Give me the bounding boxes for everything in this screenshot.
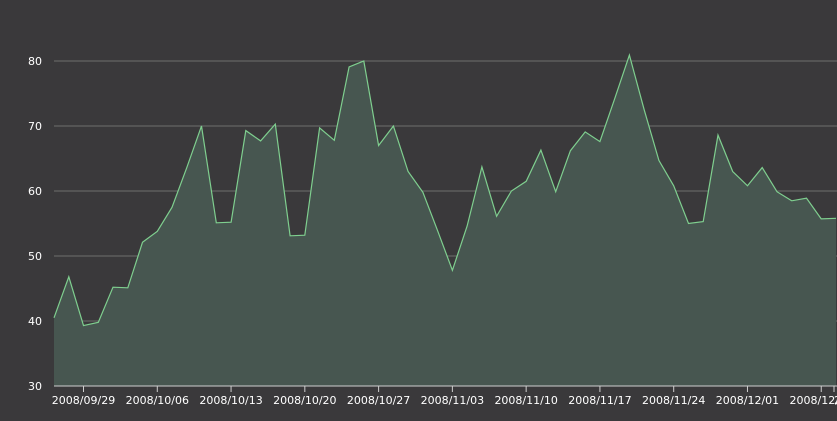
y-tick-label: 30 <box>28 380 42 393</box>
x-tick-label: 2008/09/29 <box>52 394 115 407</box>
x-tick-label: 2008/11/17 <box>568 394 631 407</box>
series-area <box>54 55 836 386</box>
x-tick-label: 2008/10/06 <box>126 394 189 407</box>
x-tick-label: 2008/11/10 <box>494 394 557 407</box>
x-tick-label: 2008/10/20 <box>273 394 336 407</box>
x-tick-label: 2008/12/01 <box>716 394 779 407</box>
y-tick-label: 60 <box>28 185 42 198</box>
x-tick-label: 2008/12/08 <box>790 394 837 407</box>
y-tick-label: 70 <box>28 120 42 133</box>
x-tick-label: 2008/10/13 <box>199 394 262 407</box>
y-tick-label: 40 <box>28 315 42 328</box>
x-tick-label: 2008/10/27 <box>347 394 410 407</box>
x-axis: 2008/09/29 2008/10/06 2008/10/13 2008/10/20… <box>52 386 837 407</box>
area-chart: 30 40 50 60 70 80 2008/09/29 2008/10/06 2008/10… <box>28 53 837 407</box>
x-tick-label: 2008/11/24 <box>642 394 705 407</box>
y-tick-label: 50 <box>28 250 42 263</box>
x-tick-label: 2008/11/03 <box>421 394 484 407</box>
y-tick-label: 80 <box>28 55 42 68</box>
y-axis: 30 40 50 60 70 80 <box>28 55 42 393</box>
